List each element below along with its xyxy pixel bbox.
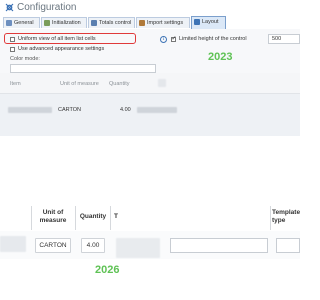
column-header-template-type: Template type <box>272 209 301 224</box>
cell-quantity[interactable]: 4.00 <box>81 238 105 253</box>
column-separator <box>31 206 32 230</box>
column-separator <box>110 206 111 230</box>
advanced-appearance-checkbox[interactable] <box>10 47 15 52</box>
table-row[interactable] <box>0 94 300 136</box>
uniform-view-checkbox[interactable] <box>10 37 15 42</box>
import-icon <box>139 20 145 26</box>
limited-height-label: Limited height of the control <box>179 36 247 42</box>
cell-unit: CARTON <box>58 107 82 113</box>
column-separator <box>75 206 76 230</box>
column-header-unit: Unit of measure <box>60 81 99 87</box>
wrench-gear-icon <box>5 3 14 12</box>
layout-icon <box>194 19 200 25</box>
tab-layout[interactable]: Layout <box>191 16 226 29</box>
column-separator <box>270 206 271 230</box>
uniform-view-label: Uniform view of all item list cells <box>18 36 96 42</box>
limited-height-checkbox[interactable] <box>171 35 177 42</box>
redacted-cell <box>137 107 177 113</box>
top-grid-header <box>0 73 300 94</box>
tab-label: General <box>14 20 34 26</box>
cell-empty[interactable] <box>170 238 268 253</box>
tab-label: Totals control <box>99 20 132 26</box>
tab-label: Import settings <box>147 20 184 26</box>
tab-totals-control[interactable]: Totals control <box>88 17 135 28</box>
tab-label: Layout <box>202 19 219 25</box>
tab-initialization[interactable]: Initialization <box>41 17 87 28</box>
tab-general[interactable]: General <box>3 17 40 28</box>
cell-template-type[interactable] <box>276 238 300 253</box>
tab-import-settings[interactable]: Import settings <box>136 17 190 28</box>
color-mode-select[interactable] <box>10 64 156 73</box>
cell-quantity: 4.00 <box>120 107 131 113</box>
cell-unit[interactable]: CARTON <box>35 238 71 253</box>
redacted-item-code <box>8 107 52 113</box>
window-title: Configuration <box>17 2 77 13</box>
column-header-quantity: Quantity <box>79 213 107 220</box>
column-header-truncated: T <box>114 213 118 220</box>
column-header-quantity: Quantity <box>109 81 130 87</box>
info-icon[interactable]: i <box>160 36 167 43</box>
column-header-redacted <box>158 79 166 87</box>
advanced-appearance-label: Use advanced appearance settings <box>18 46 105 52</box>
totals-icon <box>91 20 97 26</box>
general-icon <box>6 20 12 26</box>
top-grid-empty-area <box>0 136 300 200</box>
redacted-item-code <box>0 236 26 252</box>
after-year-label: 2026 <box>95 264 120 276</box>
initialization-icon <box>44 20 50 26</box>
column-header-unit: Unit of measure <box>39 209 67 224</box>
before-year-label: 2023 <box>208 51 233 63</box>
redacted-cell <box>116 238 160 258</box>
height-value-input[interactable]: 500 <box>268 34 300 44</box>
column-header-item: Item <box>10 81 21 87</box>
color-mode-label: Color mode: <box>10 56 40 62</box>
tab-label: Initialization <box>52 20 81 26</box>
